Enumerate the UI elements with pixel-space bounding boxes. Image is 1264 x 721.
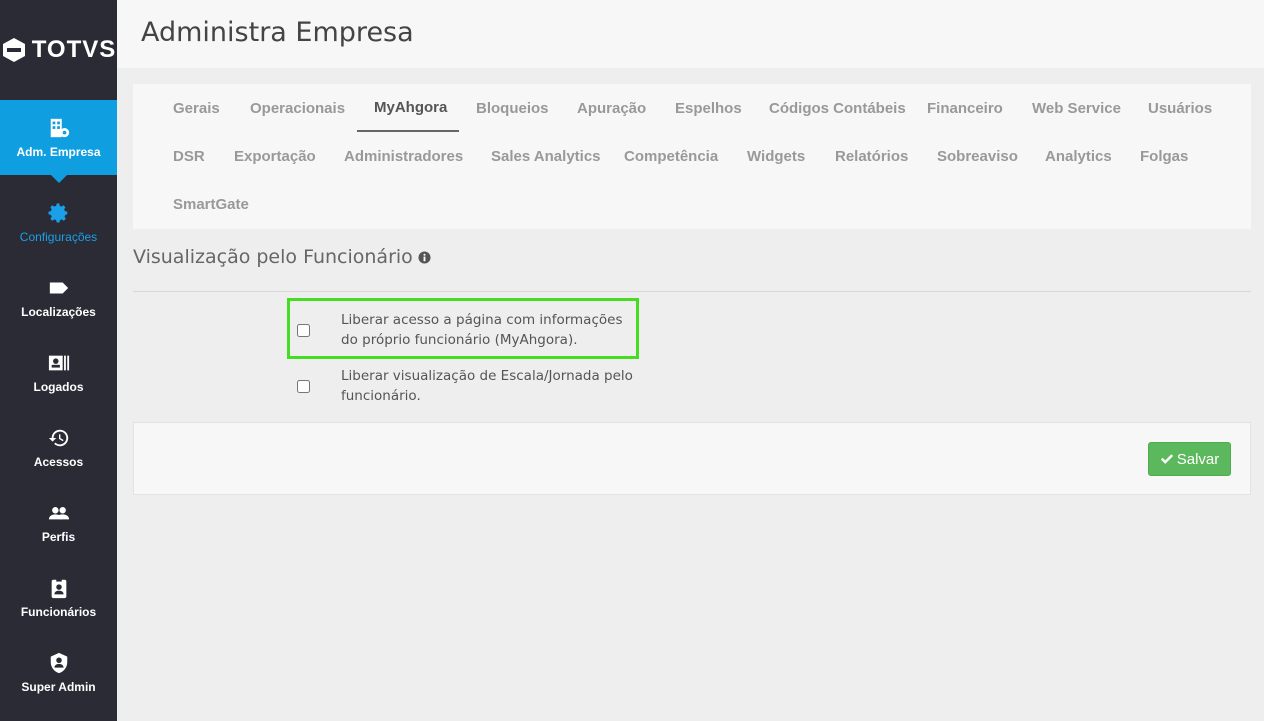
checkbox-escala-jornada[interactable] xyxy=(297,379,310,393)
totvs-logo-icon xyxy=(2,38,25,62)
tab-usuarios[interactable]: Usuários xyxy=(1131,84,1229,132)
history-icon xyxy=(48,429,68,446)
sidebar-item-logados[interactable]: Logados xyxy=(0,335,117,410)
tab-apuracao[interactable]: Apuração xyxy=(560,84,663,132)
info-icon[interactable] xyxy=(418,250,431,264)
tab-operacionais[interactable]: Operacionais xyxy=(233,84,362,132)
sidebar-item-label: Configurações xyxy=(19,229,98,244)
tab-codigos-contabeis[interactable]: Códigos Contábeis xyxy=(752,84,923,132)
gear-icon xyxy=(48,202,67,223)
users-icon xyxy=(48,506,69,519)
option-escala-jornada: Liberar visualização de Escala/Jornada p… xyxy=(295,366,645,406)
option-myahgora-access: Liberar acesso a página com informações … xyxy=(295,310,645,350)
option-label: Liberar visualização de Escala/Jornada p… xyxy=(341,368,633,404)
tab-smartgate[interactable]: SmartGate xyxy=(156,180,266,228)
tab-espelhos[interactable]: Espelhos xyxy=(658,84,759,132)
tag-icon xyxy=(49,282,68,293)
tab-exportacao[interactable]: Exportação xyxy=(217,132,333,180)
section-title-text: Visualização pelo Funcionário xyxy=(133,246,413,268)
sidebar-item-label: Adm. Empresa xyxy=(16,144,101,159)
sidebar-item-acessos[interactable]: Acessos xyxy=(0,410,117,485)
option-label: Liberar acesso a página com informações … xyxy=(341,312,623,348)
tab-sobreaviso[interactable]: Sobreaviso xyxy=(920,132,1035,180)
tab-gerais[interactable]: Gerais xyxy=(156,84,237,132)
user-shield-icon xyxy=(50,652,67,673)
tab-bloqueios[interactable]: Bloqueios xyxy=(459,84,566,132)
sidebar-item-label: Localizações xyxy=(21,304,96,319)
section-title: Visualização pelo Funcionário xyxy=(133,246,431,268)
sidebar: TOTVS Adm. Empresa Configurações Localiz… xyxy=(0,0,117,721)
sidebar-item-label: Super Admin xyxy=(21,679,96,694)
sidebar-item-label: Perfis xyxy=(41,529,76,544)
tab-web-service[interactable]: Web Service xyxy=(1015,84,1138,132)
save-button-label: Salvar xyxy=(1176,450,1220,468)
tab-folgas[interactable]: Folgas xyxy=(1123,132,1205,180)
sidebar-item-label: Logados xyxy=(33,379,84,394)
sidebar-item-super-admin[interactable]: Super Admin xyxy=(0,635,117,710)
building-gear-icon xyxy=(50,118,69,137)
sidebar-item-adm-empresa[interactable]: Adm. Empresa xyxy=(0,100,117,183)
tab-widgets[interactable]: Widgets xyxy=(730,132,822,180)
sidebar-item-configuracoes[interactable]: Configurações xyxy=(0,185,117,260)
sidebar-item-perfis[interactable]: Perfis xyxy=(0,485,117,560)
check-icon xyxy=(1160,454,1173,464)
save-button[interactable]: Salvar xyxy=(1148,442,1231,476)
sidebar-item-label: Funcionários xyxy=(20,604,97,619)
page-title: Administra Empresa xyxy=(141,17,414,48)
id-card-icon xyxy=(48,355,69,370)
sidebar-item-label: Acessos xyxy=(33,454,84,469)
tab-relatorios[interactable]: Relatórios xyxy=(818,132,925,180)
tab-financeiro[interactable]: Financeiro xyxy=(910,84,1020,132)
tab-analytics[interactable]: Analytics xyxy=(1028,132,1129,180)
totvs-logo[interactable]: TOTVS xyxy=(0,0,117,100)
tab-dsr[interactable]: DSR xyxy=(156,132,222,180)
sidebar-item-localizacoes[interactable]: Localizações xyxy=(0,260,117,335)
form-footer: Salvar xyxy=(133,422,1251,495)
tabs-panel: Gerais Operacionais MyAhgora Bloqueios A… xyxy=(133,84,1251,229)
checkbox-myahgora-access[interactable] xyxy=(297,323,310,337)
section-divider xyxy=(133,291,1251,292)
page-header: Administra Empresa xyxy=(117,0,1264,68)
badge-icon xyxy=(51,577,66,598)
tab-myahgora[interactable]: MyAhgora xyxy=(357,84,459,132)
tab-administradores[interactable]: Administradores xyxy=(327,132,480,180)
sidebar-item-funcionarios[interactable]: Funcionários xyxy=(0,560,117,635)
tab-sales-analytics[interactable]: Sales Analytics xyxy=(474,132,618,180)
tab-competencia[interactable]: Competência xyxy=(607,132,735,180)
logo-text: TOTVS xyxy=(31,36,117,63)
